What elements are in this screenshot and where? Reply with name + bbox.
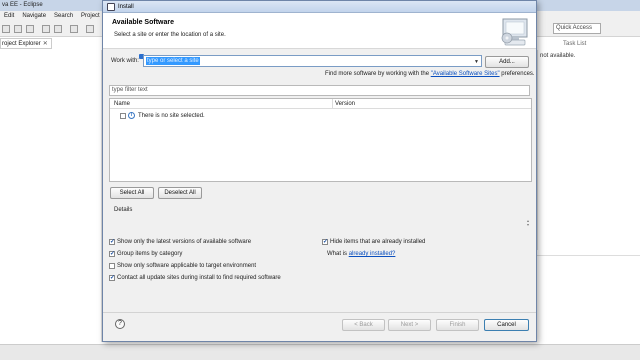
eclipse-window-icon [107, 3, 115, 11]
hide-installed-label: Hide items that are already installed [330, 239, 426, 245]
cancel-button[interactable]: Cancel [484, 319, 529, 331]
scroll-arrows-icon[interactable]: ▴ ▾ [527, 219, 529, 227]
toolbar-search-icon[interactable] [86, 25, 94, 33]
table-header: Name Version [110, 99, 531, 109]
already-installed-text: What is already installed? [327, 251, 395, 257]
close-icon[interactable]: ✕ [43, 41, 48, 47]
back-button[interactable]: < Back [342, 319, 385, 331]
work-with-label: Work with: [111, 58, 139, 64]
footer-divider [103, 312, 536, 313]
hide-installed-checkbox[interactable] [322, 238, 328, 245]
row-checkbox[interactable] [120, 112, 126, 119]
available-sites-link[interactable]: "Available Software Sites" [431, 71, 500, 77]
quick-access-field[interactable]: Quick Access [553, 23, 601, 34]
option-latest-versions[interactable]: Show only the latest versions of availab… [109, 238, 252, 245]
eclipse-window-title: va EE - Eclipse [2, 2, 43, 8]
contact-sites-label: Contact all update sites during install … [117, 275, 281, 281]
status-bar [0, 344, 640, 360]
option-target-environment[interactable]: Show only software applicable to target … [109, 263, 256, 269]
software-table: Name Version i There is no site selected… [109, 98, 532, 182]
toolbar-debug-icon[interactable] [42, 25, 50, 33]
latest-versions-checkbox[interactable] [109, 238, 115, 245]
right-panel-message: not available. [540, 53, 576, 59]
details-area: ▴ ▾ [109, 216, 532, 231]
dialog-header: Available Software Select a site or ente… [103, 13, 536, 49]
already-installed-suffix[interactable]: ? [392, 251, 395, 257]
column-divider[interactable] [332, 99, 333, 109]
find-more-suffix: preferences. [501, 71, 535, 77]
perspective-switcher[interactable] [604, 23, 640, 34]
latest-versions-label: Show only the latest versions of availab… [117, 239, 252, 245]
add-site-button[interactable]: Add... [485, 56, 529, 68]
toolbar-save-icon[interactable] [14, 25, 22, 33]
dialog-title-bar: Install [103, 1, 536, 13]
project-explorer-label: roject Explorer [2, 41, 41, 47]
option-contact-update-sites[interactable]: Contact all update sites during install … [109, 274, 281, 281]
next-button[interactable]: Next > [388, 319, 431, 331]
contact-sites-checkbox[interactable] [109, 274, 115, 281]
row-text: There is no site selected. [138, 112, 205, 119]
target-environment-checkbox[interactable] [109, 263, 115, 269]
finish-button[interactable]: Finish [436, 319, 479, 331]
project-explorer-panel [0, 50, 102, 342]
info-icon: i [128, 112, 135, 119]
filter-input[interactable]: type filter text [109, 85, 530, 96]
right-lower-panel [537, 255, 640, 345]
option-hide-installed[interactable]: Hide items that are already installed [322, 238, 426, 245]
menu-edit[interactable]: Edit [0, 11, 18, 21]
right-side-panel [537, 50, 640, 250]
work-with-combo[interactable]: type or select a site ▼ [143, 55, 482, 67]
already-installed-prefix: What is [327, 251, 348, 257]
find-more-prefix: Find more software by working with the [325, 71, 430, 77]
toolbar-run-icon[interactable] [54, 25, 62, 33]
page-subtitle: Select a site or enter the location of a… [114, 32, 226, 38]
work-with-text[interactable]: type or select a site [146, 57, 200, 65]
help-icon[interactable]: ? [115, 319, 125, 329]
chevron-down-icon[interactable]: ▼ [474, 59, 479, 65]
dialog-title: Install [118, 4, 134, 10]
deselect-all-button[interactable]: Deselect All [158, 187, 202, 199]
target-environment-label: Show only software applicable to target … [117, 263, 257, 269]
find-more-text: Find more software by working with the "… [325, 71, 535, 77]
menu-project[interactable]: Project [77, 11, 104, 21]
menu-navigate[interactable]: Navigate [18, 11, 50, 21]
table-row[interactable]: i There is no site selected. [120, 111, 205, 120]
toolbar-print-icon[interactable] [26, 25, 34, 33]
toolbar-server-icon[interactable] [70, 25, 78, 33]
toolbar-new-icon[interactable] [2, 25, 10, 33]
task-list-tab[interactable]: Task List [553, 39, 640, 50]
page-title: Available Software [112, 19, 174, 26]
column-header-name[interactable]: Name [114, 99, 130, 109]
project-explorer-tab[interactable]: roject Explorer ✕ [0, 38, 52, 49]
menu-search[interactable]: Search [50, 11, 77, 21]
select-all-button[interactable]: Select All [110, 187, 154, 199]
group-by-category-label: Group items by category [117, 251, 183, 257]
group-by-category-checkbox[interactable] [109, 250, 115, 257]
details-label: Details [114, 207, 133, 213]
install-computer-icon [501, 18, 528, 46]
column-header-version[interactable]: Version [335, 99, 355, 109]
option-group-by-category[interactable]: Group items by category [109, 250, 183, 257]
already-installed-link[interactable]: already installed [349, 251, 392, 257]
